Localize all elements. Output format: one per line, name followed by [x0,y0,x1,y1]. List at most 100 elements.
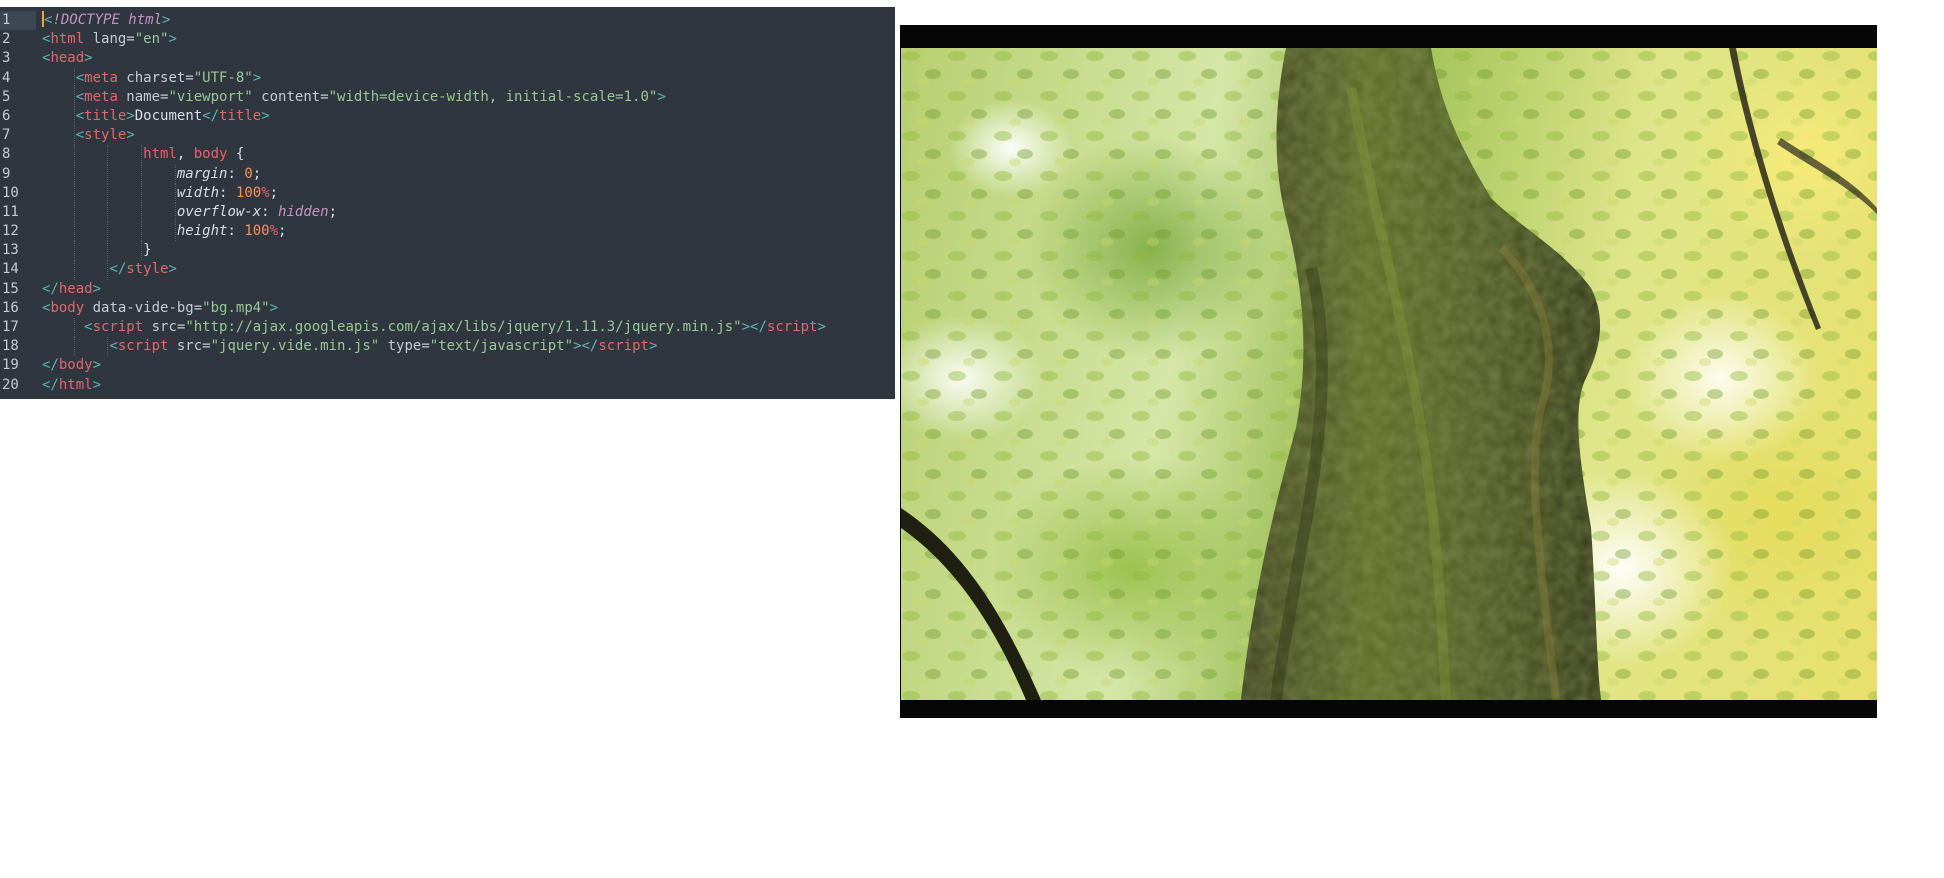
code-token: ; [328,203,338,220]
code-token: 100 [244,223,270,240]
code-token: } [143,242,152,259]
code-token: type= [379,338,430,355]
code-line[interactable]: 18 <script src="jquery.vide.min.js" type=… [0,337,895,357]
line-number: 13 [2,242,19,259]
code-line[interactable]: 13} [0,241,895,261]
code-token: > [126,127,135,144]
line-number: 15 [2,280,19,297]
code-token: > [648,338,658,355]
code-line[interactable]: 16 <body data-vide-bg="bg.mp4"> [0,299,895,318]
code-token: "http://ajax.googleapis.com/ajax/libs/jq… [185,319,742,335]
code-token: > [92,280,102,297]
code-token: % [261,184,270,201]
code-token: ></ [741,319,767,335]
line-number: 2 [2,31,11,48]
code-token: ></ [573,338,599,355]
code-text: width: 100%; [177,184,278,203]
code-line[interactable]: 11 overflow-x: hidden; [0,202,895,223]
line-number: 1 [0,11,36,31]
indent-guide [141,222,143,242]
line-number: 6 [2,107,11,124]
line-number: 7 [2,127,11,144]
indent-guide [73,337,76,357]
code-token: < [84,319,93,335]
indent-guide [107,202,109,223]
code-token: </ [42,357,59,374]
line-number: 3 [2,50,11,67]
code-line[interactable]: 19 </body> [0,356,895,375]
code-lines: 1 <!DOCTYPE html> 2 <html lang="en"> 3 <head>… [0,11,895,395]
code-token: html [128,12,163,28]
code-text: </style> [109,260,176,279]
line-number: 4 [2,69,11,86]
line-number: 5 [2,88,11,105]
code-token: > [817,319,826,335]
code-token: meta [84,88,118,105]
code-line[interactable]: 3 <head> [0,49,895,68]
code-token: margin [176,165,228,182]
code-token: </ [42,280,59,297]
code-token: html [50,31,85,48]
indent-guide [73,318,76,338]
code-line[interactable]: 9 margin: 0; [0,164,895,184]
code-token: ; [278,223,287,240]
code-token: !DOCTYPE [52,12,129,28]
code-token: > [92,376,102,393]
code-token: overflow-x [176,203,262,220]
line-number: 12 [2,223,19,240]
code-text: < script src="http://ajax.googleapis.com/… [84,318,826,337]
indent-guide [141,164,143,184]
video-frame-tree-trunk [901,48,1877,700]
code-token: "bg.mp4" [202,299,270,316]
code-token: > [126,107,135,124]
code-token: script [766,319,818,335]
indent-guide [107,164,109,184]
code-line[interactable]: 12 height: 100%; [0,222,895,242]
code-line[interactable]: 2 <html lang="en"> [0,30,895,49]
code-line[interactable]: 10 width: 100%; [0,183,895,203]
code-line[interactable]: 20 </html> [0,376,895,395]
code-line[interactable]: 8 html, body { [0,145,895,165]
code-token: data-vide-bg= [84,299,203,316]
code-line[interactable]: 4 <meta charset="UTF-8"> [0,68,895,88]
code-token: title [84,107,127,124]
code-token: > [252,69,262,86]
code-token: Document [134,107,203,124]
code-line[interactable]: 14 </style> [0,260,895,280]
code-text: <meta name="viewport" content="width=dev… [76,88,666,107]
code-line[interactable]: 7 <style> [0,126,895,146]
code-token: src= [143,319,186,335]
code-text: <script src="jquery.vide.min.js" type="t… [109,337,657,356]
code-text: <body data-vide-bg="bg.mp4"> [42,299,278,318]
line-number: 18 [2,338,19,355]
code-line[interactable]: 6 <title>Document</title> [0,106,895,127]
code-token: head [58,280,93,297]
line-number: 9 [2,165,11,182]
code-line[interactable]: 1 <!DOCTYPE html> [0,11,895,31]
code-text: <style> [76,126,135,145]
tree-trunk-illustration [901,48,1877,700]
code-token: < [109,338,118,355]
code-token: body [58,357,93,374]
indent-guide [73,241,76,261]
code-line[interactable]: 15 </head> [0,280,895,299]
video-preview[interactable] [900,25,1877,718]
code-token: </ [42,376,59,393]
code-text: <head> [42,49,93,68]
code-token: body [193,146,228,163]
code-line[interactable]: 17 <script src="http://ajax.googleapis.co… [0,318,895,338]
indent-guide [141,202,143,223]
code-token: 0 [244,165,253,182]
code-token: < [75,127,85,144]
code-token: > [261,107,270,124]
code-text: <!DOCTYPE html> [42,11,170,30]
code-line[interactable]: 5 <meta name="viewport" content="width=de… [0,87,895,107]
line-number: 19 [2,357,19,374]
line-number: 16 [2,299,19,316]
indent-guide [73,222,76,242]
code-editor[interactable]: 1 <!DOCTYPE html> 2 <html lang="en"> 3 <head>… [0,7,895,399]
code-token: "UTF-8" [193,69,253,86]
code-token: content= [252,88,329,105]
code-token: script [598,338,649,355]
code-token: name= [117,88,169,105]
